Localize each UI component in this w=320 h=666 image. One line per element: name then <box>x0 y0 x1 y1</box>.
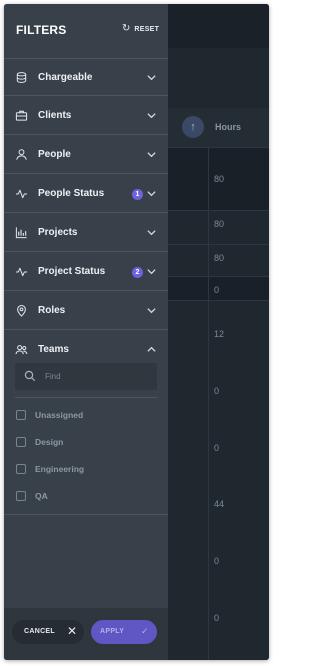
activity-icon <box>15 267 28 277</box>
app-window: ↑ Hours 80 80 80 0 12 0 0 44 0 0 FILTERS… <box>4 4 269 660</box>
team-option-qa[interactable]: QA <box>16 489 48 503</box>
hours-cell: 80 <box>214 219 225 229</box>
column-divider <box>208 148 209 660</box>
divider <box>15 397 157 398</box>
refresh-icon: ↻ <box>122 23 131 34</box>
cancel-button[interactable]: CANCEL ✕ <box>12 620 84 644</box>
people-icon <box>15 345 28 355</box>
person-icon <box>16 149 27 160</box>
section-label: Clients <box>38 110 72 121</box>
chevron-down-icon <box>147 75 156 81</box>
chevron-down-icon <box>147 113 156 119</box>
filter-section-project-status[interactable]: Project Status 2 <box>4 253 168 291</box>
filter-section-clients[interactable]: Clients <box>4 97 168 135</box>
section-label: People <box>38 149 71 160</box>
hours-sort-icon[interactable]: ↑ <box>182 116 204 138</box>
hours-cell: 0 <box>214 386 220 396</box>
filters-title: FILTERS <box>16 23 67 37</box>
filters-header: FILTERS ↻ RESET <box>4 4 168 58</box>
active-filter-count-badge: 2 <box>132 267 143 278</box>
chevron-down-icon <box>147 152 156 158</box>
option-label: QA <box>35 491 48 501</box>
cancel-label: CANCEL <box>24 628 55 635</box>
chevron-down-icon <box>147 308 156 314</box>
apply-label: APPLY <box>100 628 125 635</box>
filter-section-people[interactable]: People <box>4 136 168 174</box>
search-icon <box>24 370 36 382</box>
chevron-down-icon <box>147 191 156 197</box>
team-option-unassigned[interactable]: Unassigned <box>16 408 83 422</box>
hours-cell: 0 <box>214 285 220 295</box>
divider <box>4 514 168 515</box>
option-label: Design <box>35 437 64 447</box>
teams-search-box <box>15 363 157 390</box>
bar-chart-icon <box>15 227 27 239</box>
row-divider <box>168 300 269 301</box>
close-icon: ✕ <box>67 624 78 638</box>
filters-footer: CANCEL ✕ APPLY ✓ <box>4 608 168 660</box>
row-divider <box>168 210 269 211</box>
background-topbar <box>168 4 269 48</box>
section-label: Projects <box>38 227 78 238</box>
checkbox[interactable] <box>16 491 26 501</box>
filter-section-roles[interactable]: Roles <box>4 292 168 330</box>
filters-panel: FILTERS ↻ RESET Chargeable Clients Peopl… <box>4 4 168 660</box>
activity-icon <box>15 189 28 199</box>
chevron-up-icon <box>147 346 156 352</box>
hours-cell: 0 <box>214 556 220 566</box>
hours-cell: 0 <box>214 613 220 623</box>
filter-section-chargeable[interactable]: Chargeable <box>4 58 168 96</box>
hours-cell: 12 <box>214 329 225 339</box>
section-label: Chargeable <box>38 72 93 83</box>
section-label: Roles <box>38 305 66 316</box>
checkbox[interactable] <box>16 410 26 420</box>
section-label: People Status <box>38 188 105 199</box>
teams-search-input[interactable] <box>45 368 151 385</box>
checkbox[interactable] <box>16 437 26 447</box>
filter-section-people-status[interactable]: People Status 1 <box>4 175 168 213</box>
chevron-down-icon <box>147 269 156 275</box>
section-label: Project Status <box>38 266 106 277</box>
hours-cell: 80 <box>214 174 225 184</box>
database-icon <box>16 72 27 83</box>
row-divider <box>168 276 269 277</box>
hours-cell: 44 <box>214 499 225 509</box>
section-label: Teams <box>38 344 69 355</box>
checkmark-icon: ✓ <box>141 626 149 636</box>
filter-section-projects[interactable]: Projects <box>4 214 168 252</box>
hours-cell: 0 <box>214 443 220 453</box>
location-pin-icon <box>17 304 26 317</box>
chevron-down-icon <box>147 230 156 236</box>
team-option-engineering[interactable]: Engineering <box>16 462 84 476</box>
hours-cell: 80 <box>214 253 225 263</box>
option-label: Unassigned <box>35 410 84 420</box>
active-filter-count-badge: 1 <box>132 189 143 200</box>
hours-column-label: Hours <box>215 122 242 132</box>
apply-button[interactable]: APPLY ✓ <box>91 620 157 644</box>
briefcase-icon <box>15 110 28 121</box>
row-divider <box>168 244 269 245</box>
reset-label: RESET <box>134 25 160 33</box>
option-label: Engineering <box>35 464 85 474</box>
reset-button[interactable]: ↻ RESET <box>122 24 159 34</box>
team-option-design[interactable]: Design <box>16 435 63 449</box>
checkbox[interactable] <box>16 464 26 474</box>
